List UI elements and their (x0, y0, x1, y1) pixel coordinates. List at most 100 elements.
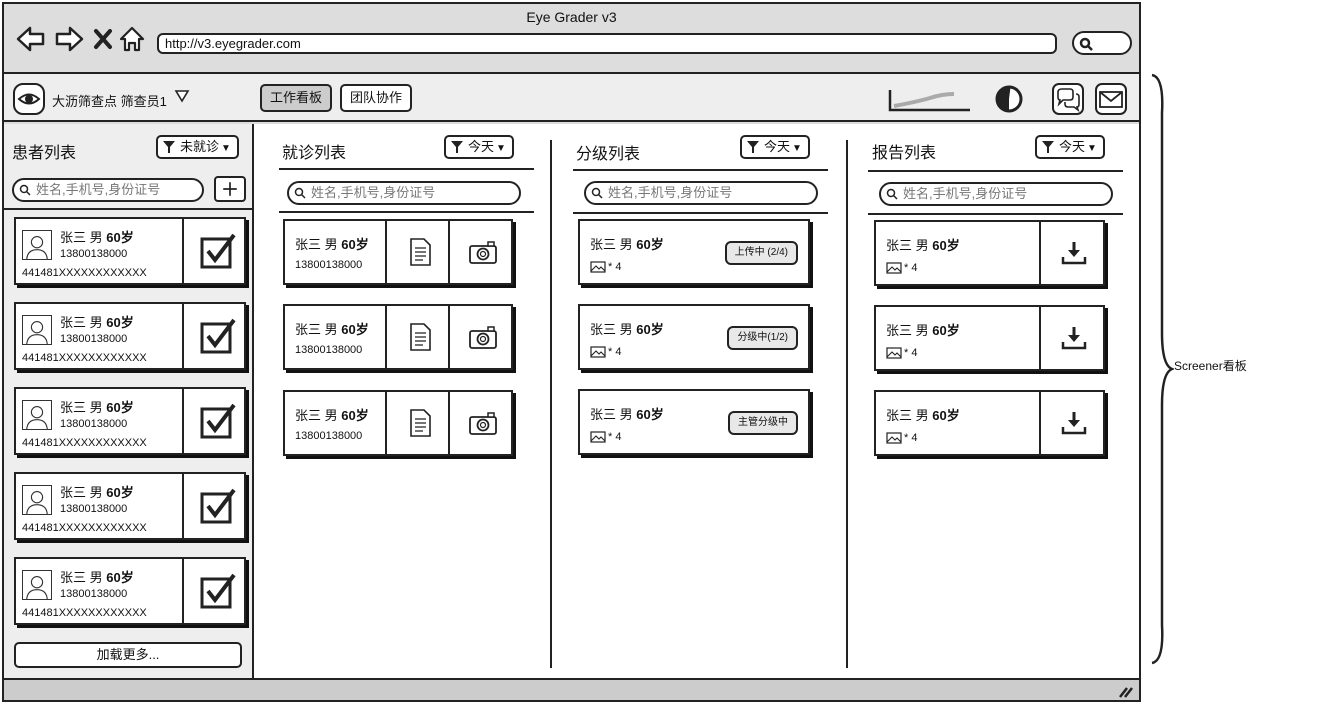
report-filter-dropdown[interactable]: 今天 ▼ (1035, 135, 1105, 159)
report-card[interactable]: 张三 男 60岁 * 4 (874, 305, 1105, 371)
image-icon (590, 261, 606, 273)
patient-name: 张三 男 60岁 (886, 408, 960, 423)
camera-icon[interactable] (448, 390, 512, 456)
patient-card[interactable]: 张三 男 60岁 13800138000 441481XXXXXXXXXXXX (14, 557, 246, 625)
patient-phone: 13800138000 (60, 418, 128, 430)
patient-phone: 13800138000 (295, 344, 363, 356)
checkbox-checked-icon[interactable] (182, 302, 246, 370)
column-divider (846, 140, 848, 668)
download-icon[interactable] (1039, 220, 1103, 286)
patient-card[interactable]: 张三 男 60岁 13800138000 441481XXXXXXXXXXXX (14, 472, 246, 540)
patient-card[interactable]: 张三 男 60岁 13800138000 441481XXXXXXXXXXXX (14, 217, 246, 285)
chat-icon[interactable] (1052, 83, 1084, 115)
image-count: * 4 (886, 347, 917, 359)
report-search-input[interactable]: 姓名,手机号,身份证号 (879, 182, 1113, 206)
dashboard-content: 患者列表 未就诊 ▼ 姓名,手机号,身份证号 张三 男 60岁 138001380… (4, 124, 1139, 678)
patient-name: 张三 男 60岁 (60, 315, 134, 330)
divider (4, 208, 254, 210)
divider (279, 211, 534, 213)
chevron-down-icon[interactable] (174, 89, 190, 103)
plus-icon (223, 182, 237, 196)
patient-list-title: 患者列表 (12, 145, 77, 162)
site-screener-label: 大沥筛查点 筛查员1 (52, 94, 167, 109)
divider (573, 169, 828, 171)
eye-icon (17, 93, 41, 105)
avatar-icon (22, 485, 52, 515)
patient-card[interactable]: 张三 男 60岁 13800138000 441481XXXXXXXXXXXX (14, 302, 246, 370)
checkbox-checked-icon[interactable] (182, 387, 246, 455)
patient-id-number: 441481XXXXXXXXXXXX (22, 267, 147, 279)
tab-work-board[interactable]: 工作看板 (260, 84, 333, 112)
patient-phone: 13800138000 (60, 248, 128, 260)
checkbox-checked-icon[interactable] (182, 472, 246, 540)
patient-search-input[interactable]: 姓名,手机号,身份证号 (12, 178, 204, 202)
tab-team-collab[interactable]: 团队协作 (340, 84, 413, 112)
download-icon[interactable] (1039, 390, 1103, 456)
sparkline-chart-icon[interactable] (886, 86, 972, 114)
grading-status-badge[interactable]: 主管分级中 (728, 411, 798, 435)
image-count: * 4 (886, 262, 917, 274)
url-field[interactable]: http://v3.eyegrader.com (157, 33, 1057, 54)
patient-id-number: 441481XXXXXXXXXXXX (22, 352, 147, 364)
avatar-icon (22, 230, 52, 260)
visit-filter-dropdown[interactable]: 今天 ▼ (444, 135, 514, 159)
visit-card[interactable]: 张三 男 60岁 13800138000 (283, 390, 513, 456)
filter-icon (747, 141, 759, 153)
grading-list-title: 分级列表 (576, 146, 641, 163)
filter-icon (451, 141, 463, 153)
back-arrow-icon[interactable] (16, 25, 46, 53)
grading-card[interactable]: 张三 男 60岁 * 4 分级中(1/2) (578, 304, 810, 370)
image-count: * 4 (590, 431, 621, 443)
report-card[interactable]: 张三 男 60岁 * 4 (874, 220, 1105, 286)
document-icon[interactable] (385, 304, 449, 370)
search-icon (591, 187, 603, 199)
patient-card[interactable]: 张三 男 60岁 13800138000 441481XXXXXXXXXXXX (14, 387, 246, 455)
patient-name: 张三 男 60岁 (295, 237, 369, 252)
patient-id-number: 441481XXXXXXXXXXXX (22, 607, 147, 619)
divider (573, 212, 828, 214)
grading-search-input[interactable]: 姓名,手机号,身份证号 (584, 181, 818, 205)
close-x-icon[interactable] (92, 25, 114, 53)
camera-icon[interactable] (448, 304, 512, 370)
checkbox-checked-icon[interactable] (182, 217, 246, 285)
load-more-button[interactable]: 加载更多... (14, 642, 242, 668)
search-icon (886, 188, 898, 200)
download-icon[interactable] (1039, 305, 1103, 371)
patient-phone: 13800138000 (60, 588, 128, 600)
camera-icon[interactable] (448, 219, 512, 285)
divider (279, 168, 534, 170)
mail-icon[interactable] (1095, 83, 1127, 115)
forward-arrow-icon[interactable] (54, 25, 84, 53)
grading-status-badge[interactable]: 分级中(1/2) (727, 326, 798, 350)
grading-status-badge[interactable]: 上传中 (2/4) (724, 241, 798, 265)
eye-logo-button[interactable] (13, 83, 45, 115)
resize-grip-icon[interactable] (1117, 684, 1133, 698)
checkbox-checked-icon[interactable] (182, 557, 246, 625)
add-patient-button[interactable] (214, 176, 246, 202)
avatar-icon (22, 315, 52, 345)
document-icon[interactable] (385, 390, 449, 456)
home-icon[interactable] (118, 25, 146, 53)
patient-filter-dropdown[interactable]: 未就诊 ▼ (156, 135, 239, 159)
search-icon (294, 187, 306, 199)
browser-window: Eye Grader v3 http://v3.eyegrader.com 大沥… (2, 2, 1141, 702)
patient-name: 张三 男 60岁 (60, 400, 134, 415)
grading-card[interactable]: 张三 男 60岁 * 4 主管分级中 (578, 389, 810, 455)
image-count: * 4 (886, 432, 917, 444)
report-card[interactable]: 张三 男 60岁 * 4 (874, 390, 1105, 456)
browser-search-field[interactable] (1072, 31, 1132, 55)
image-icon (886, 347, 902, 359)
document-icon[interactable] (385, 219, 449, 285)
chevron-down-icon: ▼ (792, 143, 802, 154)
avatar-icon (22, 400, 52, 430)
annotation-label: Screener看板 (1174, 359, 1247, 373)
patient-name: 张三 男 60岁 (590, 237, 664, 252)
visit-card[interactable]: 张三 男 60岁 13800138000 (283, 304, 513, 370)
grading-filter-dropdown[interactable]: 今天 ▼ (740, 135, 810, 159)
patient-phone: 13800138000 (295, 430, 363, 442)
visit-search-input[interactable]: 姓名,手机号,身份证号 (287, 181, 521, 205)
contrast-icon[interactable] (994, 84, 1024, 114)
patient-name: 张三 男 60岁 (590, 322, 664, 337)
grading-card[interactable]: 张三 男 60岁 * 4 上传中 (2/4) (578, 219, 810, 285)
visit-card[interactable]: 张三 男 60岁 13800138000 (283, 219, 513, 285)
